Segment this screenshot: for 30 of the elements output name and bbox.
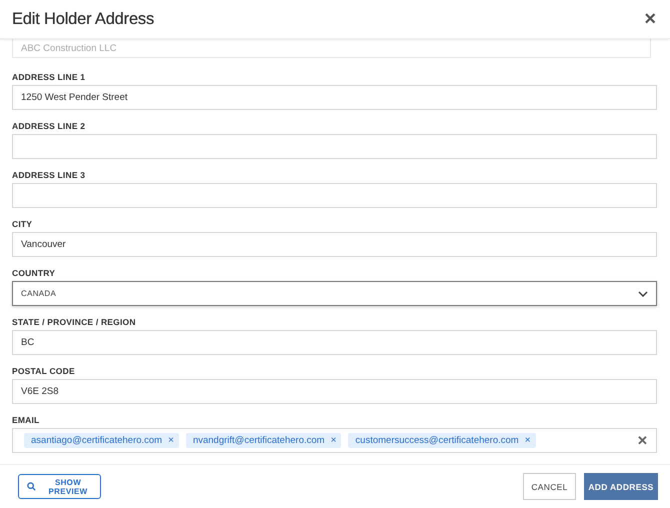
field-label: CITY [12, 219, 34, 230]
text-field[interactable]: BC [12, 330, 657, 356]
dialog-title: Edit Holder Address [12, 10, 156, 29]
cancel-button[interactable]: CANCEL [523, 473, 576, 500]
country-dropdown[interactable]: CANADA [12, 281, 657, 306]
field-label: COUNTRY [12, 268, 56, 278]
remove-tag-button[interactable]: × [330, 436, 336, 446]
remove-tag-button[interactable]: × [168, 436, 174, 446]
text-field[interactable]: V6E 2S8 [12, 379, 657, 404]
field-label: ADDRESS LINE 3 [12, 170, 86, 180]
email-address: asantiago@certificatehero.com [31, 435, 162, 446]
chevron-down-icon [638, 290, 648, 297]
search-icon [27, 482, 36, 492]
text-field[interactable]: Vancouver [12, 232, 657, 258]
field-label: STATE / PROVINCE / REGION [12, 317, 137, 328]
close-button[interactable]: × [644, 9, 656, 30]
field-label: ADDRESS LINE 1 [12, 72, 86, 82]
field-label: EMAIL [12, 415, 40, 426]
text-field[interactable] [12, 183, 657, 208]
email-address: customersuccess@certificatehero.com [355, 435, 519, 446]
email-field[interactable]: asantiago@certificatehero.com × nvandgrift@certificatehero.com × customersuccess@certificatehero.com × ✕ [12, 428, 657, 454]
email-address: nvandgrift@certificatehero.com [192, 435, 325, 446]
show-preview-button[interactable]: SHOW PREVIEW [18, 474, 101, 500]
remove-tag-button[interactable]: × [524, 436, 531, 446]
field-label: ADDRESS LINE 2 [12, 121, 86, 132]
text-field[interactable] [12, 134, 657, 160]
clear-button[interactable]: ✕ [637, 434, 648, 448]
text-field[interactable]: 1250 West Pender Street [12, 85, 657, 110]
field-label: POSTAL CODE [12, 366, 76, 376]
add-address-button[interactable]: ADD ADDRESS [584, 473, 658, 500]
